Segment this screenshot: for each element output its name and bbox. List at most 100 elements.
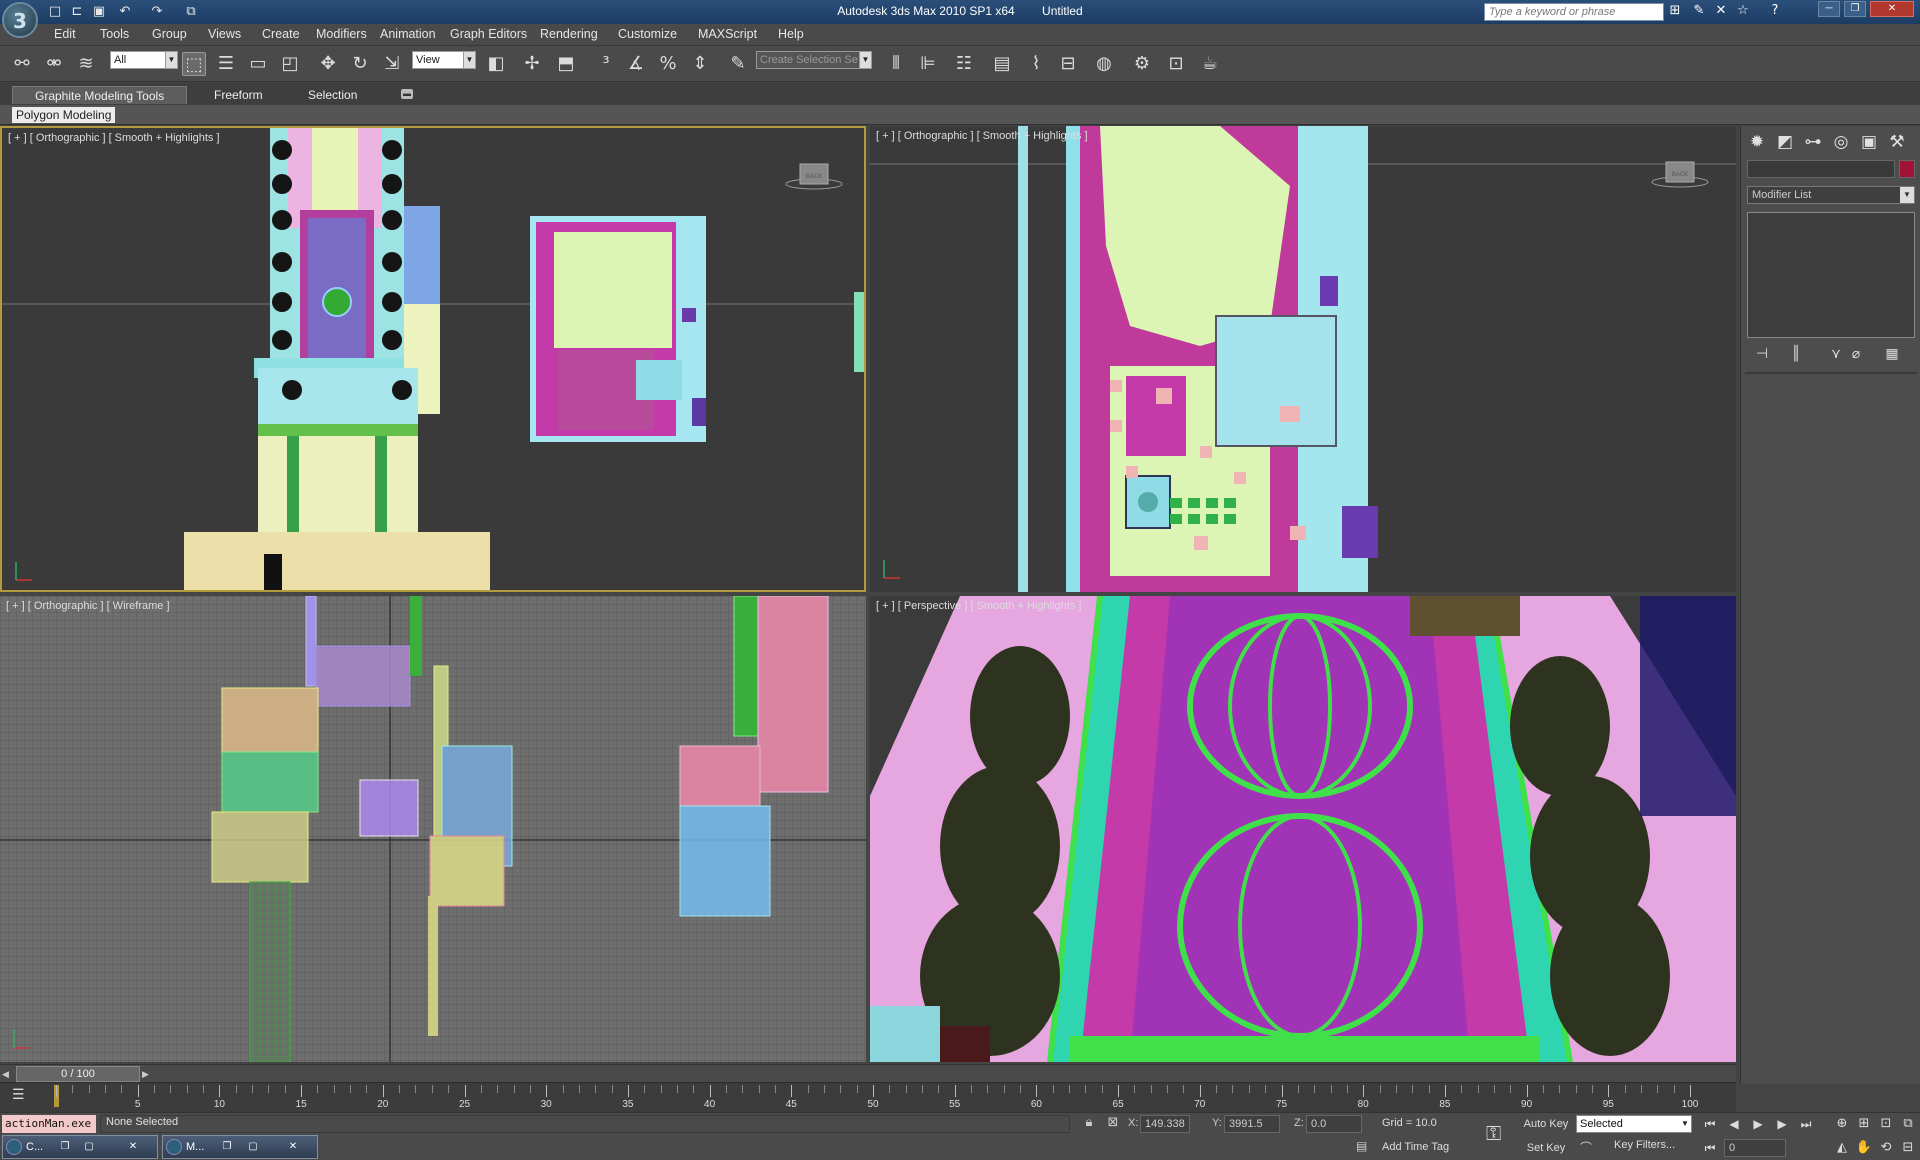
remove-modifier-icon[interactable]: ⌀ [1845, 344, 1867, 364]
snaps-toggle-icon[interactable]: ³ [594, 52, 618, 76]
utilities-tab-icon[interactable]: ⚒ [1885, 130, 1909, 154]
menu-graph-editors[interactable]: Graph Editors [450, 27, 527, 41]
pan-icon[interactable]: ✋ [1854, 1139, 1874, 1157]
percent-snap-icon[interactable]: % [656, 52, 680, 76]
select-and-link-icon[interactable]: ⚯ [10, 52, 34, 76]
motion-tab-icon[interactable]: ◎ [1829, 130, 1853, 154]
window-crossing-icon[interactable]: ◰ [278, 52, 302, 76]
restore-icon[interactable]: ❐ [219, 1139, 235, 1155]
zoom-icon[interactable]: ⊕ [1832, 1115, 1852, 1133]
viewport-top-right[interactable]: [ + ] [ Orthographic ] [ Smooth + Highli… [870, 126, 1736, 592]
pin-stack-icon[interactable]: ⊣ [1751, 344, 1773, 364]
zoom-extents-icon[interactable]: ⊡ [1876, 1115, 1896, 1133]
polygon-modeling-panel[interactable]: Polygon Modeling [12, 107, 116, 123]
tab-selection[interactable]: Selection [286, 86, 379, 104]
key-mode-dropdown[interactable]: Selected ▼ [1576, 1115, 1692, 1133]
graphite-toggle-icon[interactable]: ▤ [990, 52, 1014, 76]
select-by-name-icon[interactable]: ☰ [214, 52, 238, 76]
subscription-icon[interactable]: ✎ [1690, 3, 1708, 21]
selection-filter-dropdown[interactable]: All ▼ [110, 51, 178, 69]
key-icon[interactable]: ⚿ [1486, 1121, 1516, 1145]
set-key-button[interactable]: Set Key [1522, 1139, 1570, 1157]
align-icon[interactable]: ⊫ [916, 52, 940, 76]
zoom-extents-all-icon[interactable]: ⧉ [1898, 1115, 1918, 1133]
favorites-icon[interactable]: ☆ [1734, 3, 1752, 21]
menu-help[interactable]: Help [778, 27, 804, 41]
go-to-end-icon[interactable]: ⏭ [1796, 1115, 1816, 1133]
make-unique-icon[interactable]: ⋎ [1825, 344, 1847, 364]
chevron-left-icon[interactable]: ◀ [2, 1067, 14, 1081]
rectangular-selection-icon[interactable]: ▭ [246, 52, 270, 76]
schematic-view-icon[interactable]: ⊟ [1056, 52, 1080, 76]
time-slider-thumb[interactable]: 0 / 100 [16, 1066, 140, 1082]
select-object-icon[interactable]: ⬚ [182, 52, 206, 76]
go-to-start-icon[interactable]: ⏮ [1700, 1115, 1720, 1133]
viewport-top-left[interactable]: [ + ] [ Orthographic ] [ Smooth + Highli… [0, 126, 866, 592]
lock-icon[interactable]: 🔒︎ [1080, 1115, 1098, 1133]
menu-modifiers[interactable]: Modifiers [316, 27, 367, 41]
edit-named-selection-icon[interactable]: ✎ [726, 52, 750, 76]
binoculars-icon[interactable]: ⊞ [1666, 3, 1684, 21]
unlink-icon[interactable]: ⚮ [42, 52, 66, 76]
taskbar-item[interactable]: M... ❐ ▢ ✕ [162, 1135, 318, 1159]
maximize-icon[interactable]: ▢ [245, 1139, 261, 1155]
select-and-rotate-icon[interactable]: ↻ [348, 52, 372, 76]
named-selection-dropdown[interactable]: Create Selection Se ▼ [756, 51, 872, 69]
maxscript-mini-listener[interactable]: actionMan.exe [2, 1115, 96, 1133]
key-filters-button[interactable]: Key Filters... [1614, 1139, 1675, 1151]
chevron-right-icon[interactable]: ▶ [142, 1067, 154, 1081]
layer-manager-icon[interactable]: ☷ [952, 52, 976, 76]
help-search-input[interactable]: Type a keyword or phrase [1484, 3, 1664, 21]
viewport-bottom-right[interactable]: [ + ] [ Perspective ] [ Smooth + Highlig… [870, 596, 1736, 1062]
viewport-label[interactable]: [ + ] [ Orthographic ] [ Wireframe ] [6, 600, 170, 612]
mirror-icon[interactable]: ⫴ [884, 52, 908, 76]
pivot-center-icon[interactable]: ◧ [484, 52, 508, 76]
x-coordinate-field[interactable]: 149.338 [1140, 1115, 1190, 1133]
communication-icon[interactable]: ✕ [1712, 3, 1730, 21]
time-tag-icon[interactable]: ▤ [1356, 1139, 1372, 1155]
absolute-mode-icon[interactable]: ⊠ [1104, 1115, 1122, 1133]
y-coordinate-field[interactable]: 3991.5 [1224, 1115, 1280, 1133]
field-of-view-icon[interactable]: ◭ [1832, 1139, 1852, 1157]
render-production-icon[interactable]: ☕ [1198, 52, 1222, 76]
menu-animation[interactable]: Animation [380, 27, 436, 41]
maximize-viewport-icon[interactable]: ⊟ [1898, 1139, 1918, 1157]
select-and-move-icon[interactable]: ✥ [316, 52, 340, 76]
viewport-label[interactable]: [ + ] [ Perspective ] [ Smooth + Highlig… [876, 600, 1081, 612]
tab-graphite-modeling-tools[interactable]: Graphite Modeling Tools [12, 86, 188, 104]
app-menu-button[interactable]: 3 [2, 2, 38, 38]
viewport-label[interactable]: [ + ] [ Orthographic ] [ Smooth + Highli… [8, 132, 220, 144]
material-editor-icon[interactable]: ◍ [1092, 52, 1116, 76]
z-coordinate-field[interactable]: 0.0 [1306, 1115, 1362, 1133]
taskbar-item[interactable]: C... ❐ ▢ ✕ [2, 1135, 158, 1159]
curve-editor-icon[interactable]: ⌇ [1024, 52, 1048, 76]
hierarchy-tab-icon[interactable]: ⊶ [1801, 130, 1825, 154]
menu-maxscript[interactable]: MAXScript [698, 27, 757, 41]
default-tangents-icon[interactable]: ⌒ [1580, 1139, 1598, 1155]
add-time-tag-button[interactable]: Add Time Tag [1382, 1141, 1449, 1153]
restore-icon[interactable]: ❐ [57, 1139, 73, 1155]
menu-tools[interactable]: Tools [100, 27, 129, 41]
show-end-result-icon[interactable]: ║ [1785, 344, 1807, 364]
maximize-icon[interactable]: ▢ [81, 1139, 97, 1155]
menu-group[interactable]: Group [152, 27, 187, 41]
create-tab-icon[interactable]: ✹ [1745, 130, 1769, 154]
rendered-frame-window-icon[interactable]: ⊡ [1164, 52, 1188, 76]
play-icon[interactable]: ▶ [1748, 1115, 1768, 1133]
help-icon[interactable]: ? [1766, 3, 1784, 21]
angle-snap-icon[interactable]: ∡ [624, 52, 648, 76]
menu-edit[interactable]: Edit [54, 27, 76, 41]
menu-views[interactable]: Views [208, 27, 241, 41]
orbit-icon[interactable]: ⟲ [1876, 1139, 1896, 1157]
menu-create[interactable]: Create [262, 27, 300, 41]
tab-freeform[interactable]: Freeform [192, 86, 285, 104]
bind-space-warp-icon[interactable]: ≋ [74, 52, 98, 76]
key-mode-toggle-icon[interactable]: ⏮ [1700, 1139, 1720, 1157]
time-slider[interactable]: ◀ 0 / 100 ▶ [0, 1064, 1736, 1082]
object-color-swatch[interactable] [1899, 160, 1915, 178]
zoom-all-icon[interactable]: ⊞ [1854, 1115, 1874, 1133]
next-frame-icon[interactable]: ▶ [1772, 1115, 1792, 1133]
object-name-field[interactable] [1747, 160, 1895, 178]
menu-rendering[interactable]: Rendering [540, 27, 598, 41]
modifier-list-dropdown[interactable]: Modifier List ▼ [1747, 186, 1915, 204]
